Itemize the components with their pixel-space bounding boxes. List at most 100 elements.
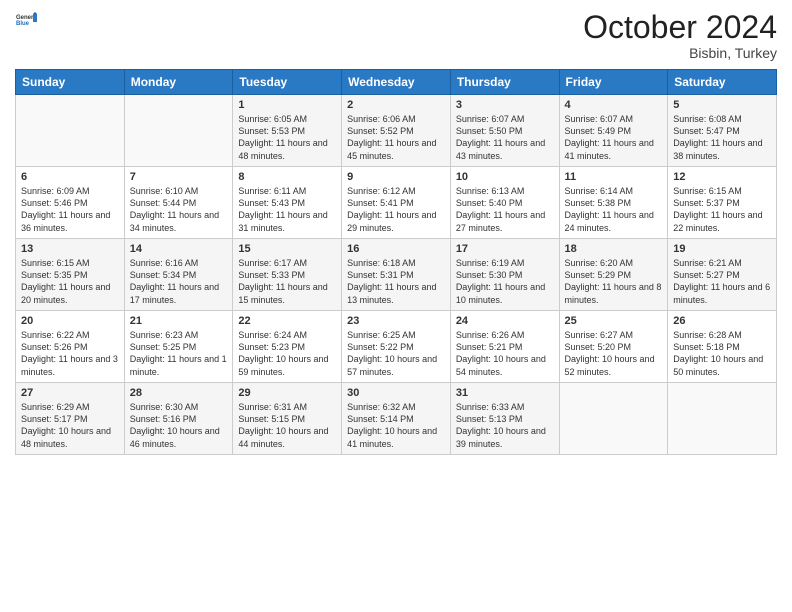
day-number: 31 bbox=[456, 387, 554, 399]
day-info: Sunrise: 6:13 AM Sunset: 5:40 PM Dayligh… bbox=[456, 185, 554, 234]
day-number: 12 bbox=[673, 171, 771, 183]
day-number: 3 bbox=[456, 99, 554, 111]
calendar-table: Sunday Monday Tuesday Wednesday Thursday… bbox=[15, 69, 777, 455]
header: General Blue October 2024 Bisbin, Turkey bbox=[15, 10, 777, 61]
day-info: Sunrise: 6:20 AM Sunset: 5:29 PM Dayligh… bbox=[565, 257, 663, 306]
day-cell bbox=[124, 95, 233, 167]
day-cell: 28 Sunrise: 6:30 AM Sunset: 5:16 PM Dayli… bbox=[124, 383, 233, 455]
day-info: Sunrise: 6:21 AM Sunset: 5:27 PM Dayligh… bbox=[673, 257, 771, 306]
day-info: Sunrise: 6:24 AM Sunset: 5:23 PM Dayligh… bbox=[238, 329, 336, 378]
calendar-page: General Blue October 2024 Bisbin, Turkey… bbox=[0, 0, 792, 612]
day-cell: 29 Sunrise: 6:31 AM Sunset: 5:15 PM Dayli… bbox=[233, 383, 342, 455]
col-wednesday: Wednesday bbox=[342, 70, 451, 95]
day-info: Sunrise: 6:25 AM Sunset: 5:22 PM Dayligh… bbox=[347, 329, 445, 378]
day-info: Sunrise: 6:05 AM Sunset: 5:53 PM Dayligh… bbox=[238, 113, 336, 162]
day-info: Sunrise: 6:15 AM Sunset: 5:37 PM Dayligh… bbox=[673, 185, 771, 234]
day-info: Sunrise: 6:31 AM Sunset: 5:15 PM Dayligh… bbox=[238, 401, 336, 450]
day-number: 4 bbox=[565, 99, 663, 111]
day-number: 18 bbox=[565, 243, 663, 255]
day-number: 11 bbox=[565, 171, 663, 183]
header-row: Sunday Monday Tuesday Wednesday Thursday… bbox=[16, 70, 777, 95]
day-cell: 17 Sunrise: 6:19 AM Sunset: 5:30 PM Dayli… bbox=[450, 239, 559, 311]
day-cell: 24Sunrise: 6:26 AM Sunset: 5:21 PM Dayli… bbox=[450, 311, 559, 383]
day-number: 28 bbox=[130, 387, 228, 399]
day-info: Sunrise: 6:33 AM Sunset: 5:13 PM Dayligh… bbox=[456, 401, 554, 450]
day-cell: 3 Sunrise: 6:07 AM Sunset: 5:50 PM Daylig… bbox=[450, 95, 559, 167]
day-info: Sunrise: 6:22 AM Sunset: 5:26 PM Dayligh… bbox=[21, 329, 119, 378]
day-cell: 22 Sunrise: 6:24 AM Sunset: 5:23 PM Dayli… bbox=[233, 311, 342, 383]
day-info: Sunrise: 6:15 AM Sunset: 5:35 PM Dayligh… bbox=[21, 257, 119, 306]
day-number: 30 bbox=[347, 387, 445, 399]
day-cell: 11Sunrise: 6:14 AM Sunset: 5:38 PM Dayli… bbox=[559, 167, 668, 239]
col-thursday: Thursday bbox=[450, 70, 559, 95]
day-cell: 12 Sunrise: 6:15 AM Sunset: 5:37 PM Dayli… bbox=[668, 167, 777, 239]
day-number: 19 bbox=[673, 243, 771, 255]
day-info: Sunrise: 6:30 AM Sunset: 5:16 PM Dayligh… bbox=[130, 401, 228, 450]
week-row-2: 13Sunrise: 6:15 AM Sunset: 5:35 PM Dayli… bbox=[16, 239, 777, 311]
day-number: 17 bbox=[456, 243, 554, 255]
week-row-1: 6 Sunrise: 6:09 AM Sunset: 5:46 PM Daylig… bbox=[16, 167, 777, 239]
day-number: 1 bbox=[238, 99, 336, 111]
day-info: Sunrise: 6:26 AM Sunset: 5:21 PM Dayligh… bbox=[456, 329, 554, 378]
day-number: 14 bbox=[130, 243, 228, 255]
col-monday: Monday bbox=[124, 70, 233, 95]
day-cell: 10 Sunrise: 6:13 AM Sunset: 5:40 PM Dayli… bbox=[450, 167, 559, 239]
day-number: 6 bbox=[21, 171, 119, 183]
month-title: October 2024 bbox=[583, 10, 777, 45]
day-cell: 5Sunrise: 6:08 AM Sunset: 5:47 PM Daylig… bbox=[668, 95, 777, 167]
day-info: Sunrise: 6:07 AM Sunset: 5:49 PM Dayligh… bbox=[565, 113, 663, 162]
day-number: 27 bbox=[21, 387, 119, 399]
day-cell: 13Sunrise: 6:15 AM Sunset: 5:35 PM Dayli… bbox=[16, 239, 125, 311]
day-info: Sunrise: 6:12 AM Sunset: 5:41 PM Dayligh… bbox=[347, 185, 445, 234]
day-cell: 1 Sunrise: 6:05 AM Sunset: 5:53 PM Daylig… bbox=[233, 95, 342, 167]
day-number: 5 bbox=[673, 99, 771, 111]
day-cell: 2 Sunrise: 6:06 AM Sunset: 5:52 PM Daylig… bbox=[342, 95, 451, 167]
title-block: October 2024 Bisbin, Turkey bbox=[583, 10, 777, 61]
day-cell: 31 Sunrise: 6:33 AM Sunset: 5:13 PM Dayli… bbox=[450, 383, 559, 455]
day-number: 22 bbox=[238, 315, 336, 327]
day-cell: 18 Sunrise: 6:20 AM Sunset: 5:29 PM Dayli… bbox=[559, 239, 668, 311]
day-cell: 27 Sunrise: 6:29 AM Sunset: 5:17 PM Dayli… bbox=[16, 383, 125, 455]
day-cell: 15 Sunrise: 6:17 AM Sunset: 5:33 PM Dayli… bbox=[233, 239, 342, 311]
day-info: Sunrise: 6:10 AM Sunset: 5:44 PM Dayligh… bbox=[130, 185, 228, 234]
day-info: Sunrise: 6:23 AM Sunset: 5:25 PM Dayligh… bbox=[130, 329, 228, 378]
day-cell bbox=[16, 95, 125, 167]
day-number: 29 bbox=[238, 387, 336, 399]
day-cell: 21 Sunrise: 6:23 AM Sunset: 5:25 PM Dayli… bbox=[124, 311, 233, 383]
day-info: Sunrise: 6:32 AM Sunset: 5:14 PM Dayligh… bbox=[347, 401, 445, 450]
day-number: 25 bbox=[565, 315, 663, 327]
day-info: Sunrise: 6:19 AM Sunset: 5:30 PM Dayligh… bbox=[456, 257, 554, 306]
location: Bisbin, Turkey bbox=[583, 45, 777, 61]
day-cell: 9 Sunrise: 6:12 AM Sunset: 5:41 PM Daylig… bbox=[342, 167, 451, 239]
logo-icon: General Blue bbox=[15, 10, 37, 32]
day-info: Sunrise: 6:28 AM Sunset: 5:18 PM Dayligh… bbox=[673, 329, 771, 378]
col-sunday: Sunday bbox=[16, 70, 125, 95]
day-cell: 8Sunrise: 6:11 AM Sunset: 5:43 PM Daylig… bbox=[233, 167, 342, 239]
day-info: Sunrise: 6:16 AM Sunset: 5:34 PM Dayligh… bbox=[130, 257, 228, 306]
day-number: 15 bbox=[238, 243, 336, 255]
day-info: Sunrise: 6:07 AM Sunset: 5:50 PM Dayligh… bbox=[456, 113, 554, 162]
day-info: Sunrise: 6:06 AM Sunset: 5:52 PM Dayligh… bbox=[347, 113, 445, 162]
svg-text:Blue: Blue bbox=[16, 21, 30, 27]
day-number: 10 bbox=[456, 171, 554, 183]
day-cell: 16Sunrise: 6:18 AM Sunset: 5:31 PM Dayli… bbox=[342, 239, 451, 311]
day-cell: 23Sunrise: 6:25 AM Sunset: 5:22 PM Dayli… bbox=[342, 311, 451, 383]
day-info: Sunrise: 6:17 AM Sunset: 5:33 PM Dayligh… bbox=[238, 257, 336, 306]
day-info: Sunrise: 6:29 AM Sunset: 5:17 PM Dayligh… bbox=[21, 401, 119, 450]
day-number: 2 bbox=[347, 99, 445, 111]
col-saturday: Saturday bbox=[668, 70, 777, 95]
day-cell: 26 Sunrise: 6:28 AM Sunset: 5:18 PM Dayli… bbox=[668, 311, 777, 383]
day-cell: 7 Sunrise: 6:10 AM Sunset: 5:44 PM Daylig… bbox=[124, 167, 233, 239]
day-cell: 4 Sunrise: 6:07 AM Sunset: 5:49 PM Daylig… bbox=[559, 95, 668, 167]
day-cell: 20 Sunrise: 6:22 AM Sunset: 5:26 PM Dayli… bbox=[16, 311, 125, 383]
day-number: 7 bbox=[130, 171, 228, 183]
day-info: Sunrise: 6:09 AM Sunset: 5:46 PM Dayligh… bbox=[21, 185, 119, 234]
day-number: 26 bbox=[673, 315, 771, 327]
day-cell: 6 Sunrise: 6:09 AM Sunset: 5:46 PM Daylig… bbox=[16, 167, 125, 239]
day-number: 21 bbox=[130, 315, 228, 327]
day-number: 9 bbox=[347, 171, 445, 183]
day-number: 20 bbox=[21, 315, 119, 327]
col-friday: Friday bbox=[559, 70, 668, 95]
day-number: 8 bbox=[238, 171, 336, 183]
logo: General Blue bbox=[15, 10, 37, 32]
